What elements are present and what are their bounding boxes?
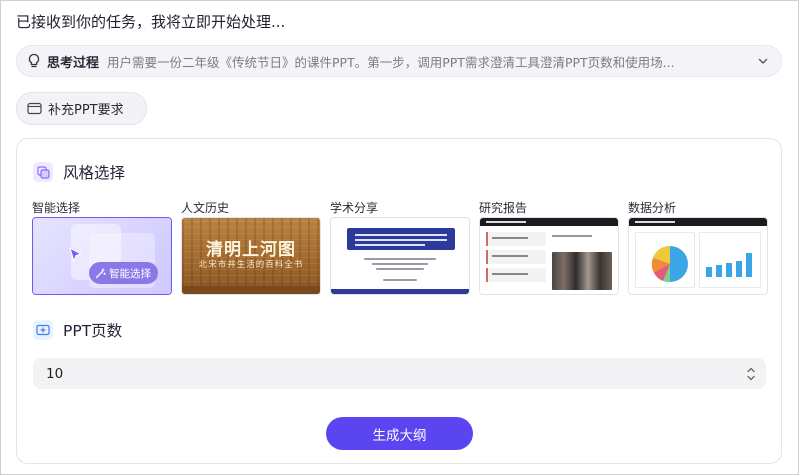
style-option-academic[interactable]: 学术分享 xyxy=(330,199,470,295)
style-option-label: 学术分享 xyxy=(330,201,379,215)
config-card: 风格选择 智能选择 智能选择 人文历史 清明上河图 北宋市井生活的百科全书 学术… xyxy=(16,138,782,464)
status-message: 已接收到你的任务，我将立即开始处理... xyxy=(16,13,286,31)
stepper-arrows-icon[interactable] xyxy=(746,364,756,384)
folder-icon xyxy=(27,102,42,115)
style-option-label: 数据分析 xyxy=(628,201,677,215)
style-thumbnail-academic[interactable] xyxy=(330,217,470,295)
style-option-research[interactable]: 研究报告 xyxy=(479,199,619,295)
style-thumbnail-smart[interactable]: 智能选择 xyxy=(32,217,172,295)
thinking-process-bar[interactable]: 思考过程 用户需要一份二年级《传统节日》的课件PPT。第一步，调用PPT需求澄清… xyxy=(16,45,782,77)
smart-select-badge-label: 智能选择 xyxy=(109,267,151,280)
page-count-value: 10 xyxy=(46,365,64,382)
generate-outline-button[interactable]: 生成大纲 xyxy=(326,417,473,450)
style-option-label: 智能选择 xyxy=(32,201,81,215)
thinking-summary: 用户需要一份二年级《传统节日》的课件PPT。第一步，调用PPT需求澄清工具澄清P… xyxy=(107,54,675,70)
supplement-button-label: 补充PPT要求 xyxy=(48,103,124,118)
pages-icon xyxy=(33,320,53,340)
style-option-history[interactable]: 人文历史 清明上河图 北宋市井生活的百科全书 xyxy=(181,199,321,295)
thinking-label: 思考过程 xyxy=(47,55,100,71)
lightbulb-icon xyxy=(28,53,40,68)
style-thumbnail-research[interactable] xyxy=(479,217,619,295)
magic-wand-icon xyxy=(95,268,106,278)
page-count-input[interactable]: 10 xyxy=(33,358,766,389)
style-option-label: 人文历史 xyxy=(181,201,230,215)
pages-section-title: PPT页数 xyxy=(63,322,123,340)
history-thumb-title: 清明上河图 xyxy=(206,240,296,260)
history-thumb-subtitle: 北宋市井生活的百科全书 xyxy=(198,260,304,270)
style-option-smart[interactable]: 智能选择 智能选择 xyxy=(32,199,172,295)
style-select-icon xyxy=(33,162,53,182)
style-section-title: 风格选择 xyxy=(63,164,126,182)
pages-section-header: PPT页数 xyxy=(33,319,122,341)
style-section-header: 风格选择 xyxy=(33,161,125,183)
smart-select-badge: 智能选择 xyxy=(89,262,158,284)
style-thumbnail-history[interactable]: 清明上河图 北宋市井生活的百科全书 xyxy=(181,217,321,295)
pie-chart-icon xyxy=(651,245,688,283)
style-thumbnail-data[interactable] xyxy=(628,217,768,295)
cursor-icon xyxy=(69,246,83,263)
supplement-requirements-button[interactable]: 补充PPT要求 xyxy=(16,92,147,125)
chevron-down-icon[interactable] xyxy=(757,55,769,67)
style-option-data[interactable]: 数据分析 xyxy=(628,199,768,295)
style-option-label: 研究报告 xyxy=(479,201,528,215)
bar-chart-icon xyxy=(706,253,752,277)
